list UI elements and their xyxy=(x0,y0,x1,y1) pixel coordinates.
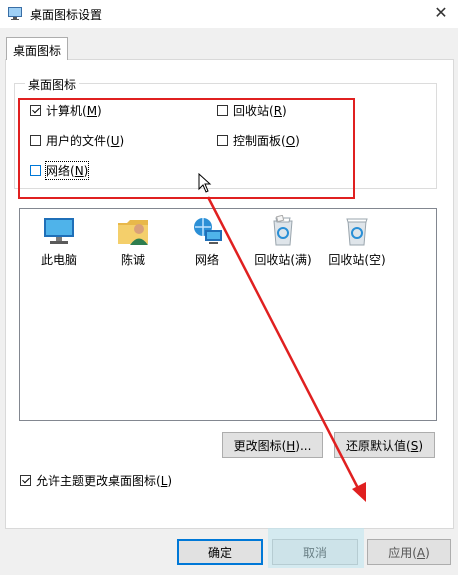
mouse-cursor-icon xyxy=(198,173,212,193)
annotation-arrow xyxy=(206,196,366,502)
tab-label: 桌面图标 xyxy=(13,44,62,58)
tab-desktop-icons[interactable]: 桌面图标 xyxy=(6,37,68,60)
